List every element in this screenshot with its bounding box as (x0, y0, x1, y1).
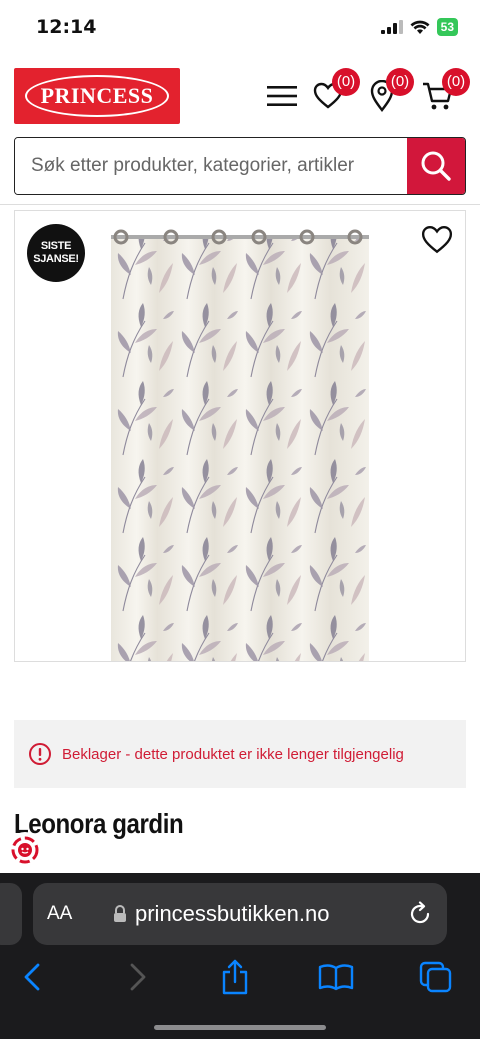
alert-icon (29, 743, 51, 765)
badge-line-1: SISTE (40, 240, 72, 252)
address-bar[interactable]: AA princessbutikken.no (33, 883, 447, 945)
princess-logo[interactable]: PRINCESS (14, 68, 180, 124)
lock-icon (114, 905, 126, 922)
status-time: 12:14 (36, 16, 97, 38)
chat-widget-button[interactable] (7, 832, 43, 868)
battery-indicator: 53 (436, 18, 458, 36)
cart-count-badge: (0) (442, 68, 470, 96)
back-button[interactable] (14, 959, 50, 995)
site-header: PRINCESS (0) (0) (0) (0, 56, 480, 138)
unavailable-alert: Beklager - dette produktet er ikke lenge… (14, 720, 466, 788)
signal-icon (380, 20, 403, 34)
browser-nav-bar (0, 955, 480, 999)
search-icon (421, 151, 451, 181)
tabs-icon (419, 961, 452, 993)
product-image-curtain (111, 229, 369, 661)
product-image-frame[interactable]: SISTE SJANSE! (14, 210, 466, 662)
cart-button[interactable]: (0) (418, 68, 470, 116)
header-divider (0, 204, 480, 205)
wifi-icon (410, 20, 430, 34)
logo-text: PRINCESS (24, 75, 170, 117)
last-chance-badge: SISTE SJANSE! (27, 224, 85, 282)
alert-text: Beklager - dette produktet er ikke lenge… (62, 745, 404, 763)
search-button[interactable] (407, 138, 465, 194)
tabs-button[interactable] (418, 959, 454, 995)
url-text: princessbutikken.no (135, 901, 330, 926)
search-input[interactable] (15, 138, 407, 194)
menu-icon (267, 86, 297, 106)
previous-tab-preview[interactable] (0, 883, 22, 945)
status-bar: 12:14 53 (0, 0, 480, 56)
chat-icon (11, 836, 39, 864)
url-display[interactable]: princessbutikken.no (113, 901, 329, 927)
menu-button[interactable] (262, 76, 302, 116)
bookmarks-button[interactable] (318, 959, 354, 995)
wishlist-button[interactable]: (0) (308, 68, 360, 116)
reader-settings-button[interactable]: AA (47, 903, 72, 925)
store-locator-button[interactable]: (0) (362, 68, 414, 116)
status-icons: 53 (380, 18, 458, 36)
add-to-wishlist-button[interactable] (421, 225, 453, 255)
heart-outline-icon (421, 226, 453, 254)
chevron-left-icon (24, 963, 40, 991)
browser-toolbar: AA princessbutikken.no (0, 873, 480, 1039)
reload-icon[interactable] (409, 901, 433, 927)
home-indicator (154, 1025, 326, 1030)
badge-line-2: SJANSE! (33, 253, 79, 265)
wishlist-count-badge: (0) (332, 68, 360, 96)
book-icon (318, 964, 354, 991)
share-button[interactable] (217, 959, 253, 995)
forward-button[interactable] (120, 959, 156, 995)
search-bar (14, 137, 466, 195)
chevron-right-icon (130, 963, 146, 991)
stores-count-badge: (0) (386, 68, 414, 96)
share-icon (222, 959, 248, 995)
